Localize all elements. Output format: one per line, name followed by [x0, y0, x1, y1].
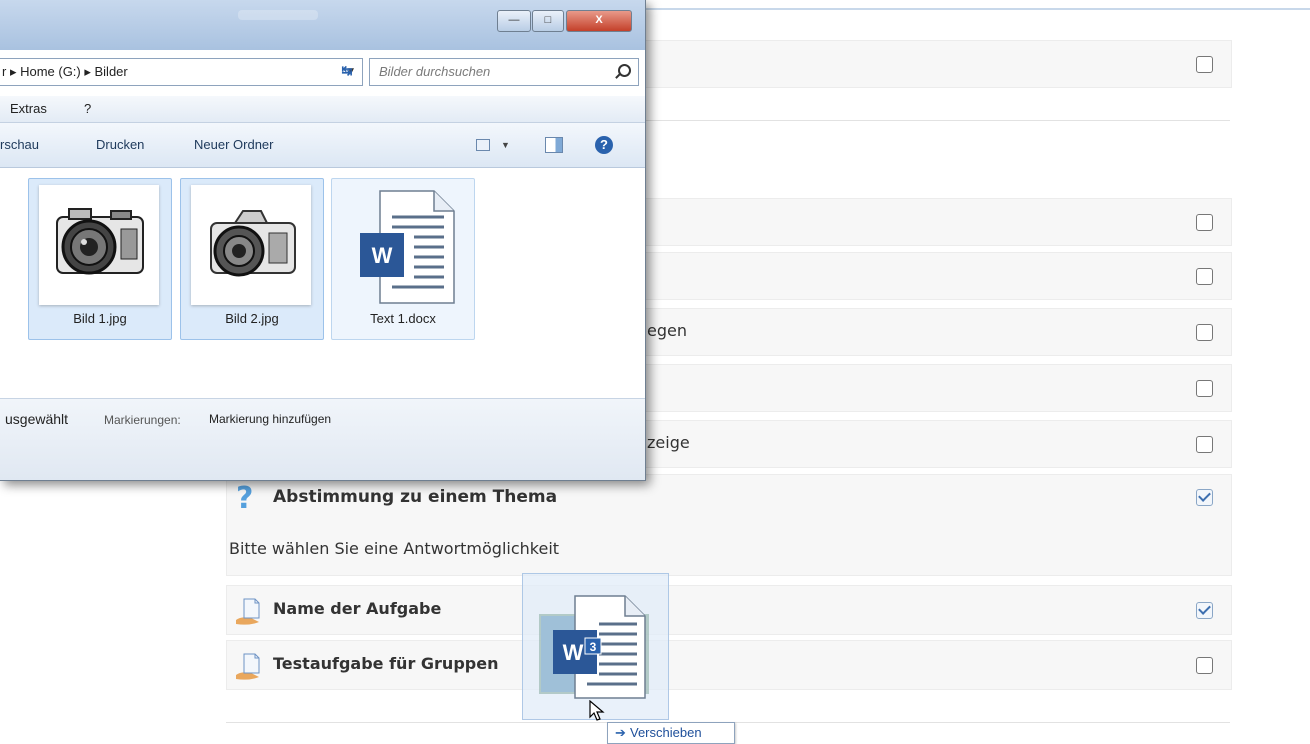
- file-thumbnail: [191, 185, 311, 305]
- breadcrumb[interactable]: r ▸ Home (G:) ▸ Bilder: [2, 59, 128, 85]
- completion-checkbox[interactable]: [1196, 268, 1213, 285]
- file-tile[interactable]: W Text 1.docx: [331, 178, 475, 340]
- completion-checkbox[interactable]: [1196, 56, 1213, 73]
- activity-label[interactable]: zeige: [647, 433, 690, 452]
- camera-icon: [210, 210, 296, 277]
- file-name[interactable]: Bild 1.jpg: [29, 311, 171, 326]
- file-count-badge: 3: [590, 640, 597, 654]
- view-options-icon[interactable]: [476, 139, 490, 151]
- preview-pane-icon[interactable]: [545, 137, 563, 153]
- toolbar-new-folder[interactable]: Neuer Ordner: [194, 123, 273, 167]
- question-icon: ?: [236, 481, 254, 516]
- completion-checkbox[interactable]: [1196, 214, 1213, 231]
- assignment-icon: [236, 653, 260, 680]
- camera-icon: [56, 208, 144, 275]
- cursor-icon: [589, 700, 605, 721]
- quiz-subtitle: Bitte wählen Sie eine Antwortmöglichkeit: [229, 539, 560, 558]
- move-tooltip-label: Verschieben: [630, 725, 702, 740]
- details-pane: usgewählt Markierungen: Markierung hinzu…: [0, 398, 645, 480]
- move-tooltip: ➔ Verschieben: [607, 722, 735, 744]
- refresh-icon[interactable]: ↹: [334, 58, 360, 84]
- completion-checkbox[interactable]: [1196, 436, 1213, 453]
- minimize-button[interactable]: —: [497, 10, 531, 32]
- search-icon[interactable]: [618, 64, 631, 77]
- assignment-row[interactable]: Testaufgabe für Gruppen: [226, 640, 1232, 690]
- close-button[interactable]: X: [566, 10, 632, 32]
- file-thumbnail: [39, 185, 159, 305]
- file-tile[interactable]: Bild 1.jpg: [28, 178, 172, 340]
- assignment-icon: [236, 598, 260, 625]
- selection-status: usgewählt: [5, 411, 69, 427]
- menu-item-extras[interactable]: Extras: [10, 96, 47, 122]
- search-placeholder: Bilder durchsuchen: [379, 64, 491, 79]
- completion-checkbox[interactable]: [1196, 489, 1213, 506]
- word-document-stack-icon: W 3: [539, 595, 649, 699]
- word-document-icon: W: [360, 190, 455, 304]
- assignment-label[interactable]: Name der Aufgabe: [273, 599, 441, 618]
- completion-checkbox[interactable]: [1196, 657, 1213, 674]
- file-list[interactable]: Bild 1.jpg Bild 2.jpg W Text 1.docx: [0, 168, 645, 398]
- search-input[interactable]: Bilder durchsuchen: [369, 58, 639, 86]
- menu-item-help[interactable]: ?: [84, 96, 91, 122]
- command-bar: rschau Drucken Neuer Ordner ▼ ?: [0, 123, 645, 168]
- quiz-row[interactable]: ? Abstimmung zu einem Thema Bitte wählen…: [226, 474, 1232, 576]
- quiz-title[interactable]: Abstimmung zu einem Thema: [273, 487, 557, 507]
- window-titlebar[interactable]: — □ X: [0, 0, 645, 50]
- titlebar-glass: [238, 10, 318, 20]
- file-name[interactable]: Bild 2.jpg: [181, 311, 323, 326]
- word-letter: W: [372, 243, 393, 268]
- word-letter: W: [563, 640, 584, 665]
- assignment-label[interactable]: Testaufgabe für Gruppen: [273, 654, 498, 673]
- arrow-right-icon: ➔: [615, 725, 626, 740]
- tags-label: Markierungen:: [104, 413, 181, 427]
- completion-checkbox[interactable]: [1196, 324, 1213, 341]
- assignment-row[interactable]: Name der Aufgabe: [226, 585, 1232, 635]
- explorer-window[interactable]: — □ X r ▸ Home (G:) ▸ Bilder ▼ ↹ Bilder …: [0, 0, 646, 481]
- help-icon[interactable]: ?: [595, 136, 613, 154]
- chevron-down-icon[interactable]: ▼: [501, 123, 510, 167]
- completion-checkbox[interactable]: [1196, 380, 1213, 397]
- maximize-button[interactable]: □: [532, 10, 564, 32]
- add-tag-link[interactable]: Markierung hinzufügen: [209, 412, 331, 426]
- drag-preview: W 3: [522, 573, 669, 720]
- address-bar[interactable]: r ▸ Home (G:) ▸ Bilder ▼: [0, 58, 363, 86]
- toolbar-print[interactable]: Drucken: [96, 123, 144, 167]
- completion-checkbox[interactable]: [1196, 602, 1213, 619]
- activity-label[interactable]: egen: [647, 321, 687, 340]
- menu-bar: Extras ?: [0, 96, 645, 123]
- file-name[interactable]: Text 1.docx: [332, 311, 474, 326]
- file-tile[interactable]: Bild 2.jpg: [180, 178, 324, 340]
- toolbar-preview[interactable]: rschau: [0, 123, 39, 167]
